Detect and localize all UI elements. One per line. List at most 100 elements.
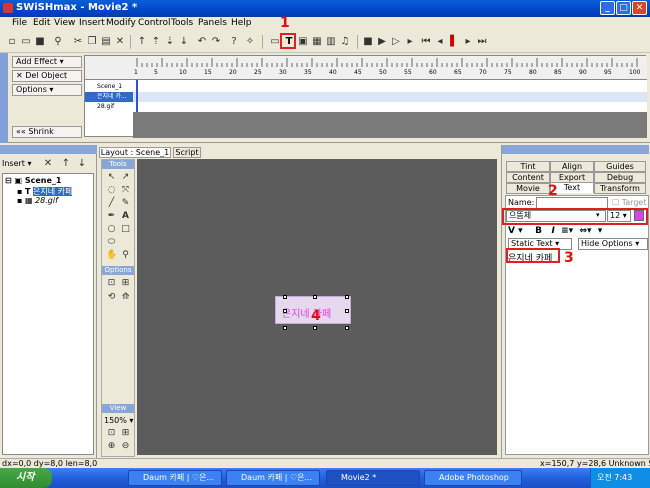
- zoom-in-icon[interactable]: ⊕: [106, 441, 117, 452]
- move-top-icon[interactable]: ⇡: [150, 36, 162, 48]
- timeline-frames[interactable]: [133, 80, 647, 138]
- tab-script[interactable]: Script: [173, 147, 201, 158]
- add-effect-button[interactable]: Add Effect ▾: [12, 56, 82, 68]
- line-tool-icon[interactable]: ╱: [106, 198, 117, 209]
- new-icon[interactable]: ▫: [6, 36, 18, 48]
- pencil-tool-icon[interactable]: ✎: [120, 198, 131, 209]
- handle[interactable]: [345, 326, 349, 330]
- menu-help[interactable]: Help: [231, 18, 252, 28]
- menu-edit[interactable]: Edit: [33, 18, 50, 28]
- play-effect-icon[interactable]: ▸: [404, 36, 416, 48]
- insert-image-icon[interactable]: ▦: [311, 36, 323, 48]
- menu-insert[interactable]: Insert: [79, 18, 105, 28]
- ellipse-tool-icon[interactable]: ○: [106, 224, 117, 235]
- start-button[interactable]: 시작: [0, 468, 52, 488]
- move-down-icon[interactable]: ↓: [178, 36, 190, 48]
- select-tool-icon[interactable]: ↖: [106, 172, 117, 183]
- end-icon[interactable]: ⏭: [476, 36, 488, 48]
- cut-icon[interactable]: ✂: [72, 36, 84, 48]
- hide-options-select[interactable]: Hide Options ▾: [578, 238, 648, 250]
- paste-icon[interactable]: ▤: [100, 36, 112, 48]
- move-up-icon[interactable]: ↑: [136, 36, 148, 48]
- align-icon[interactable]: ≡▾: [561, 226, 573, 236]
- zoom-out-icon[interactable]: ⊖: [120, 441, 131, 452]
- grid-option-icon[interactable]: ⊞: [120, 278, 131, 289]
- tab-layout[interactable]: Layout : Scene_1: [99, 147, 171, 158]
- save-icon[interactable]: ■: [34, 36, 46, 48]
- handle[interactable]: [313, 326, 317, 330]
- handle[interactable]: [283, 309, 287, 313]
- zoom-dropdown[interactable]: 150% ▾: [104, 416, 133, 425]
- move-bottom-icon[interactable]: ⇣: [164, 36, 176, 48]
- text-color-swatch[interactable]: [634, 210, 644, 221]
- target-checkbox[interactable]: ☐ Target: [612, 198, 646, 207]
- menu-modify[interactable]: Modify: [106, 18, 136, 28]
- timeline-row-scene[interactable]: Scene_1: [85, 82, 133, 92]
- effect-icon[interactable]: ✧: [244, 36, 256, 48]
- zoom-all-icon[interactable]: ⊞: [120, 428, 131, 439]
- tab-guides[interactable]: Guides: [594, 161, 646, 172]
- skew-option-icon[interactable]: ⟰: [120, 292, 131, 303]
- redo-icon[interactable]: ↷: [210, 36, 222, 48]
- copy-icon[interactable]: ❐: [86, 36, 98, 48]
- handle[interactable]: [345, 295, 349, 299]
- maximize-button[interactable]: □: [616, 1, 631, 15]
- find-icon[interactable]: ⚲: [52, 36, 64, 48]
- tree-item-scene[interactable]: ⊟ ▣ Scene_1: [5, 176, 61, 185]
- current-frame-icon[interactable]: ▌: [448, 36, 460, 48]
- text-tool-icon[interactable]: A: [120, 211, 131, 222]
- autoshape-tool-icon[interactable]: ⬭: [106, 237, 117, 248]
- menu-tools[interactable]: Tools: [171, 18, 193, 28]
- insert-button-icon[interactable]: ▣: [297, 36, 309, 48]
- next-frame-icon[interactable]: ▸: [462, 36, 474, 48]
- handle[interactable]: [283, 295, 287, 299]
- minimize-button[interactable]: _: [600, 1, 615, 15]
- timeline-row-text[interactable]: 은지네 카...: [85, 92, 133, 102]
- text-style-icon[interactable]: V ▾: [508, 226, 523, 236]
- prev-frame-icon[interactable]: ◂: [434, 36, 446, 48]
- snap-option-icon[interactable]: ⊡: [106, 278, 117, 289]
- menu-panels[interactable]: Panels: [198, 18, 227, 28]
- rectangle-tool-icon[interactable]: □: [120, 224, 131, 235]
- tab-content[interactable]: Content: [506, 172, 550, 183]
- del-object-button[interactable]: ✕ Del Object: [12, 70, 82, 82]
- bold-icon[interactable]: B: [535, 226, 542, 236]
- font-select[interactable]: 으뜸체: [506, 210, 606, 222]
- move-down-icon[interactable]: ↓: [76, 158, 88, 170]
- delete-icon[interactable]: ✕: [42, 158, 54, 170]
- rotate-option-icon[interactable]: ⟲: [106, 292, 117, 303]
- undo-icon[interactable]: ↶: [196, 36, 208, 48]
- timeline-grid[interactable]: 1 5 10 15 20 25 30 35 40 45 50 55 60 65 70 75 80 85 90 95 10…: [84, 55, 647, 138]
- tree-item-gif[interactable]: ▪ ▦ 28.gif: [17, 196, 58, 205]
- motion-tool-icon[interactable]: ⤧: [120, 185, 131, 196]
- timeline-row-gif[interactable]: 28.gif: [85, 102, 133, 112]
- outline-tree[interactable]: ⊟ ▣ Scene_1 ▪ T 은지네 카페 ▪ ▦ 28.gif: [2, 173, 94, 455]
- handle[interactable]: [313, 295, 317, 299]
- menu-control[interactable]: Control: [138, 18, 171, 28]
- stage-area[interactable]: 은지네 카페 4: [137, 159, 497, 455]
- taskbar-item-daum-2[interactable]: Daum 카페 | ♡은...: [226, 470, 320, 486]
- handle[interactable]: [283, 326, 287, 330]
- more-icon[interactable]: ▾: [598, 226, 603, 236]
- hand-tool-icon[interactable]: ✋: [106, 250, 117, 261]
- zoom-tool-icon[interactable]: ⚲: [120, 250, 131, 261]
- subselect-tool-icon[interactable]: ↗: [120, 172, 131, 183]
- play-icon[interactable]: ▶: [376, 36, 388, 48]
- handle[interactable]: [345, 309, 349, 313]
- spacing-icon[interactable]: ⇔▾: [579, 226, 591, 236]
- delete-icon[interactable]: ✕: [114, 36, 126, 48]
- zoom-fit-icon[interactable]: ⊡: [106, 428, 117, 439]
- close-button[interactable]: ✕: [632, 1, 647, 15]
- taskbar-item-photoshop[interactable]: Adobe Photoshop: [424, 470, 522, 486]
- insert-content-icon[interactable]: ▥: [325, 36, 337, 48]
- options-button[interactable]: Options ▾: [12, 84, 82, 96]
- insert-sound-icon[interactable]: ♫: [339, 36, 351, 48]
- open-icon[interactable]: ▭: [20, 36, 32, 48]
- menu-view[interactable]: View: [54, 18, 75, 28]
- stop-icon[interactable]: ■: [362, 36, 374, 48]
- chevron-down-icon[interactable]: ▾: [596, 211, 600, 219]
- move-up-icon[interactable]: ↑: [60, 158, 72, 170]
- tab-debug[interactable]: Debug: [594, 172, 646, 183]
- rewind-icon[interactable]: ⏮: [420, 36, 432, 48]
- tab-align[interactable]: Align: [550, 161, 594, 172]
